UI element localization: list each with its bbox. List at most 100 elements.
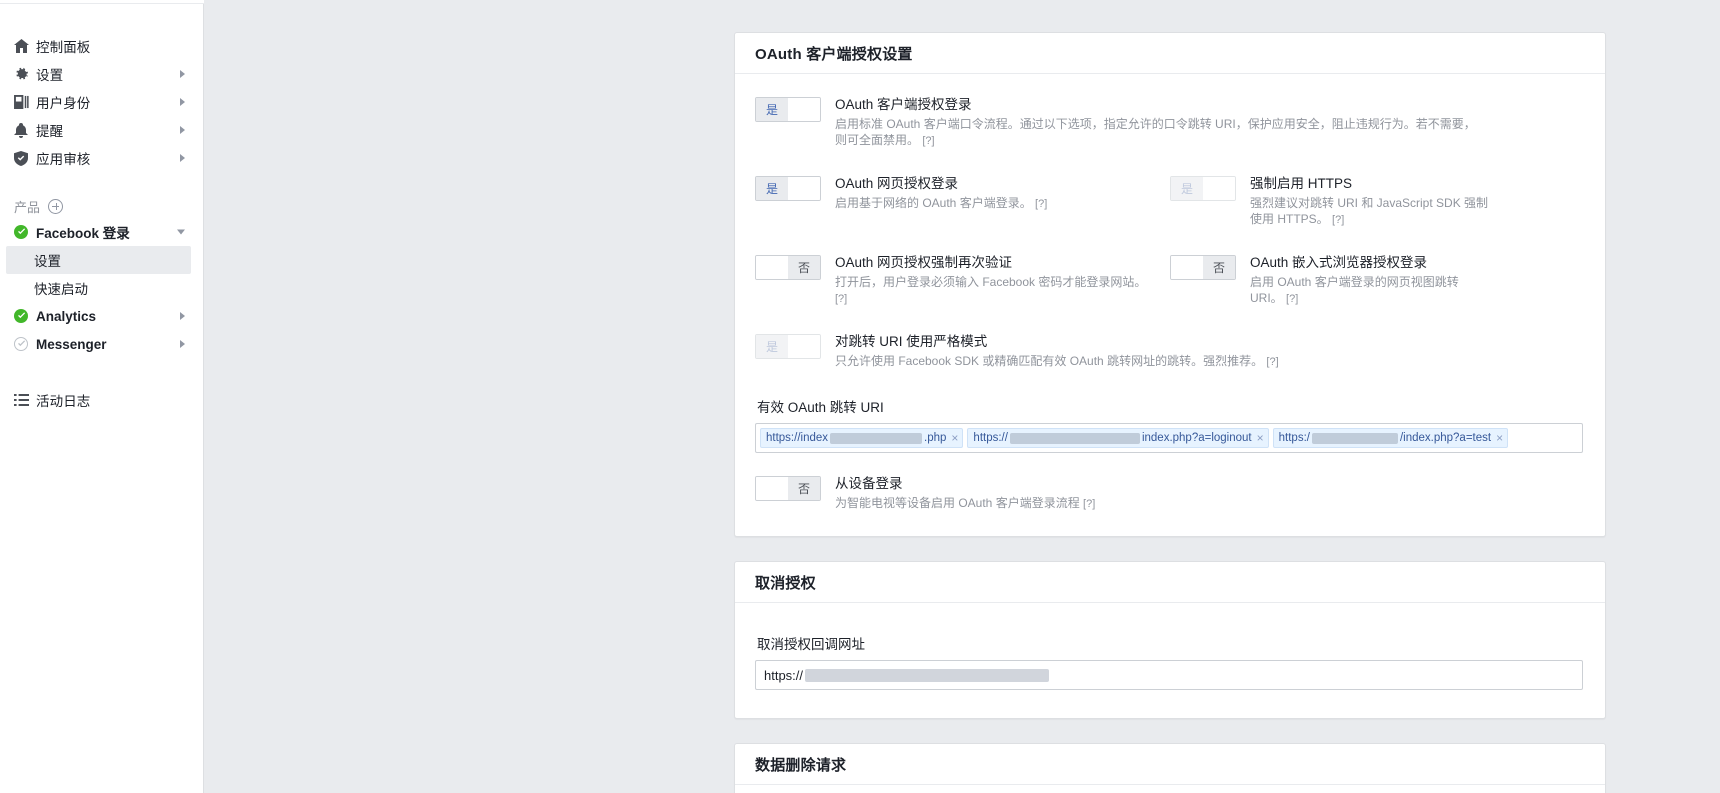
toggle-no-face[interactable]: 否	[788, 477, 820, 500]
setting-embedded-browser-oauth: 否 OAuth 嵌入式浏览器授权登录 启用 OAuth 客户端登录的网页视图跳转…	[1170, 254, 1490, 307]
toggle-device-login[interactable]: 否	[755, 476, 821, 501]
help-icon[interactable]: [?]	[1266, 356, 1278, 368]
data-deletion-card: 数据删除请求	[734, 743, 1606, 793]
toggle-yes-face[interactable]: 是	[1171, 177, 1203, 200]
redacted-value	[805, 668, 1050, 682]
card-header: 取消授权	[735, 562, 1605, 603]
bell-icon	[14, 121, 36, 139]
chevron-right-icon	[180, 126, 185, 134]
help-icon[interactable]: [?]	[835, 293, 847, 305]
remove-token-icon[interactable]: ×	[951, 432, 958, 444]
setting-description-text: 只允许使用 Facebook SDK 或精确匹配有效 OAuth 跳转网址的跳转…	[835, 354, 1264, 368]
sidebar-bottom-group: 活动日志	[0, 386, 203, 414]
main-content: OAuth 客户端授权设置 是 OAuth 客户端授权登录 启用标准 OAuth…	[204, 0, 1720, 793]
sidebar-item-activity-log[interactable]: 活动日志	[0, 386, 203, 414]
toggle-client-oauth-login[interactable]: 是	[755, 97, 821, 122]
help-icon[interactable]: [?]	[922, 135, 934, 147]
deauthorize-callback-url-input[interactable]: https://	[755, 660, 1583, 690]
gear-icon	[14, 65, 36, 83]
sidebar-item-label: 应用审核	[36, 152, 91, 167]
oauth-client-settings-card: OAuth 客户端授权设置 是 OAuth 客户端授权登录 启用标准 OAuth…	[734, 32, 1606, 537]
help-icon[interactable]: [?]	[1286, 293, 1298, 305]
sidebar-item-app-review[interactable]: 应用审核	[0, 144, 203, 172]
settings-col-left: 是 OAuth 网页授权登录 启用基于网络的 OAuth 客户端登录。 [?]	[755, 175, 1170, 254]
sidebar-item-label: 用户身份	[36, 96, 91, 111]
setting-text: OAuth 客户端授权登录 启用标准 OAuth 客户端口令流程。通过以下选项，…	[835, 96, 1485, 149]
setting-description-text: 为智能电视等设备启用 OAuth 客户端登录流程	[835, 496, 1080, 510]
sidebar-product-label: Messenger	[36, 336, 107, 352]
sidebar-item-label: 设置	[36, 68, 64, 83]
card-body	[735, 785, 1605, 793]
sidebar-product-facebook-login[interactable]: Facebook 登录	[0, 218, 203, 246]
redirect-uri-token[interactable]: https:// index.php?a=loginout ×	[967, 428, 1269, 448]
section-title: 取消授权	[755, 574, 816, 592]
check-circle-outline-icon	[14, 337, 28, 351]
home-icon	[14, 37, 36, 55]
toggle-embedded-browser-oauth[interactable]: 否	[1170, 255, 1236, 280]
toggle-yes-face[interactable]: 是	[756, 177, 788, 200]
toggle-no-face[interactable]	[788, 335, 820, 358]
token-suffix: .php	[924, 432, 947, 444]
sidebar-item-roles[interactable]: 用户身份	[0, 88, 203, 116]
toggle-no-face[interactable]	[788, 98, 820, 121]
chevron-right-icon	[180, 340, 185, 348]
setting-text: OAuth 网页授权强制再次验证 打开后，用户登录必须输入 Facebook 密…	[835, 254, 1151, 307]
toggle-no-face[interactable]	[788, 177, 820, 200]
chevron-right-icon	[180, 70, 185, 78]
toggle-yes-face[interactable]: 是	[756, 335, 788, 358]
help-icon[interactable]: [?]	[1083, 498, 1095, 510]
redirect-uri-token[interactable]: https:/ /index.php?a=test ×	[1272, 428, 1509, 448]
sidebar-subitem-quickstart[interactable]: 快速启动	[0, 274, 203, 302]
help-icon[interactable]: [?]	[1035, 198, 1047, 210]
sidebar-subitem-settings[interactable]: 设置	[6, 246, 191, 274]
products-section-header: 产品	[0, 194, 203, 218]
setting-title: 从设备登录	[835, 476, 903, 491]
sidebar-item-label: 提醒	[36, 124, 64, 139]
setting-client-oauth-login: 是 OAuth 客户端授权登录 启用标准 OAuth 客户端口令流程。通过以下选…	[755, 96, 1585, 149]
remove-token-icon[interactable]: ×	[1257, 432, 1264, 444]
toggle-yes-face[interactable]	[1171, 256, 1203, 279]
setting-text: OAuth 网页授权登录 启用基于网络的 OAuth 客户端登录。 [?]	[835, 175, 1047, 212]
toggle-web-oauth-login[interactable]: 是	[755, 176, 821, 201]
list-icon	[14, 391, 36, 409]
toggle-no-face[interactable]	[1203, 177, 1235, 200]
setting-description-text: 启用基于网络的 OAuth 客户端登录。	[835, 196, 1032, 210]
redirect-uri-token[interactable]: https://index .php ×	[760, 428, 964, 448]
redacted-segment	[1311, 432, 1398, 444]
remove-token-icon[interactable]: ×	[1496, 432, 1503, 444]
products-section-label: 产品	[14, 199, 41, 215]
sidebar-item-settings[interactable]: 设置	[0, 60, 203, 88]
sidebar-product-messenger[interactable]: Messenger	[0, 330, 203, 358]
valid-oauth-redirect-uris-group: 有效 OAuth 跳转 URI https://index .php × https:…	[755, 396, 1585, 453]
sidebar-item-dashboard[interactable]: 控制面板	[0, 32, 203, 60]
token-prefix: https://index	[766, 432, 829, 444]
setting-text: OAuth 嵌入式浏览器授权登录 启用 OAuth 客户端登录的网页视图跳转 U…	[1250, 254, 1490, 307]
sidebar-product-analytics[interactable]: Analytics	[0, 302, 203, 330]
sidebar-item-alerts[interactable]: 提醒	[0, 116, 203, 144]
deauthorize-card: 取消授权 取消授权回调网址 https://	[734, 561, 1606, 719]
field-label: 有效 OAuth 跳转 URI	[757, 400, 884, 415]
check-circle-icon	[14, 309, 28, 323]
toggle-strict-uri-mode[interactable]: 是	[755, 334, 821, 359]
help-icon[interactable]: [?]	[1332, 214, 1344, 226]
setting-description: 强烈建议对跳转 URI 和 JavaScript SDK 强制使用 HTTPS。…	[1250, 195, 1490, 228]
toggle-force-https[interactable]: 是	[1170, 176, 1236, 201]
setting-text: 对跳转 URI 使用严格模式 只允许使用 Facebook SDK 或精确匹配有…	[835, 333, 1279, 370]
token-suffix: index.php?a=loginout	[1141, 432, 1252, 444]
setting-strict-uri-mode: 是 对跳转 URI 使用严格模式 只允许使用 Facebook SDK 或精确匹…	[755, 333, 1585, 370]
setting-title: OAuth 嵌入式浏览器授权登录	[1250, 255, 1428, 270]
redirect-uris-token-input[interactable]: https://index .php × https:// index.php?a=lo…	[755, 423, 1583, 453]
toggle-web-oauth-reauth[interactable]: 否	[755, 255, 821, 280]
toggle-no-face[interactable]: 否	[788, 256, 820, 279]
token-suffix: /index.php?a=test	[1399, 432, 1492, 444]
setting-title: OAuth 客户端授权登录	[835, 97, 972, 112]
toggle-yes-face[interactable]	[756, 256, 788, 279]
chevron-right-icon	[180, 98, 185, 106]
add-product-icon[interactable]	[48, 198, 64, 214]
card-body: 取消授权回调网址 https://	[735, 603, 1605, 718]
check-circle-icon	[14, 225, 28, 239]
toggle-yes-face[interactable]	[756, 477, 788, 500]
toggle-yes-face[interactable]: 是	[756, 98, 788, 121]
toggle-no-face[interactable]: 否	[1203, 256, 1235, 279]
card-header: 数据删除请求	[735, 744, 1605, 785]
